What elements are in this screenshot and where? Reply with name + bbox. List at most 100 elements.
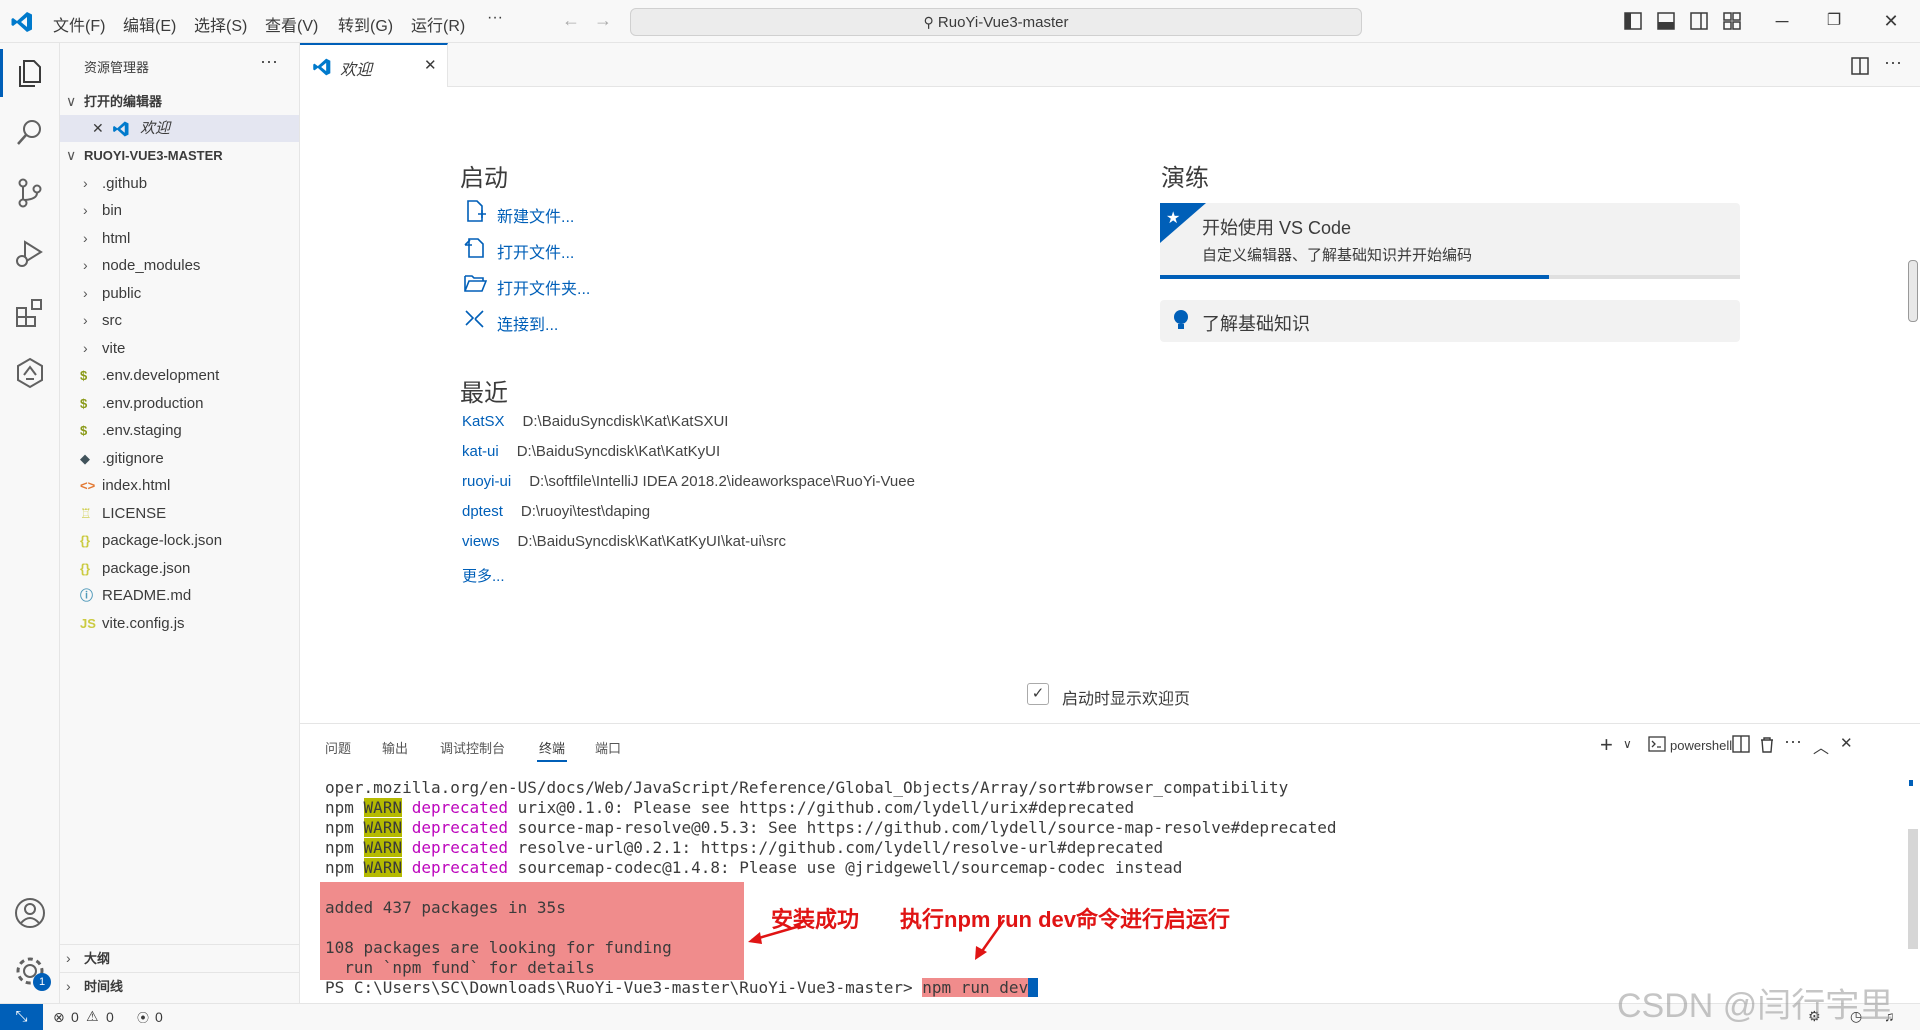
chevron-right-icon: › — [83, 175, 88, 191]
tab-problems[interactable]: 问题 — [325, 738, 351, 757]
run-debug-icon[interactable] — [12, 235, 48, 271]
file-item[interactable]: ◆ .gitignore — [60, 445, 299, 472]
tab-terminal[interactable]: 终端 — [539, 738, 565, 757]
recent-item-name[interactable]: views — [462, 533, 500, 550]
file-item[interactable]: $ .env.development — [60, 362, 299, 389]
toggle-secondary-sidebar-icon[interactable] — [1690, 12, 1708, 30]
minimize-icon[interactable]: ─ — [1771, 10, 1793, 32]
menu-selection[interactable]: 选择(S) — [194, 12, 247, 36]
close-icon[interactable]: ✕ — [92, 115, 104, 142]
close-tab-icon[interactable]: ✕ — [424, 56, 437, 74]
forward-arrow-icon[interactable]: → — [594, 10, 612, 31]
folder-public[interactable]: › public — [60, 280, 299, 307]
terminal-shell-icon — [1648, 736, 1666, 752]
extensions-icon[interactable] — [12, 295, 48, 331]
folder-bin[interactable]: › bin — [60, 197, 299, 224]
warnings-count[interactable]: 0 — [106, 1009, 114, 1025]
open-editors-section[interactable]: ∨ 打开的编辑器 — [60, 88, 299, 115]
outline-section[interactable]: › 大纲 — [60, 944, 299, 971]
chevron-down-icon[interactable]: ∨ — [1623, 737, 1632, 751]
folder-html[interactable]: › html — [60, 225, 299, 252]
file-item[interactable]: $ .env.production — [60, 390, 299, 417]
file-name: .gitignore — [102, 449, 164, 467]
maximize-panel-icon[interactable]: ︿ — [1813, 734, 1829, 758]
walkthrough-card-fundamentals[interactable]: 了解基础知识 — [1160, 300, 1740, 342]
recent-item: kat-ui D:\BaiduSyncdisk\Kat\KatKyUI — [462, 443, 720, 461]
active-indicator — [0, 49, 3, 97]
ports-count[interactable]: 0 — [155, 1009, 163, 1025]
recent-item-name[interactable]: ruoyi-ui — [462, 473, 511, 490]
tab-ports[interactable]: 端口 — [595, 738, 621, 757]
start-heading: 启动 — [460, 165, 508, 192]
menu-view[interactable]: 查看(V) — [265, 12, 318, 36]
trash-icon[interactable] — [1758, 735, 1776, 753]
file-item[interactable]: {} package.json — [60, 555, 299, 582]
more-actions-icon[interactable]: ··· — [260, 51, 278, 72]
new-terminal-icon[interactable]: + — [1600, 732, 1613, 758]
file-name: package-lock.json — [102, 532, 223, 549]
recent-item: KatSX D:\BaiduSyncdisk\Kat\KatSXUI — [462, 413, 728, 431]
source-control-icon[interactable] — [12, 175, 48, 211]
warnings-icon[interactable]: ⚠ — [86, 1008, 99, 1025]
menu-file[interactable]: 文件(F) — [53, 12, 105, 36]
folder-node-modules[interactable]: › node_modules — [60, 252, 299, 279]
editor-more-icon[interactable]: ··· — [1884, 52, 1902, 73]
command-center-search[interactable]: ⚲ RuoYi-Vue3-master — [630, 8, 1362, 36]
close-window-icon[interactable]: ✕ — [1880, 10, 1902, 32]
terminal-scrollbar[interactable] — [1908, 829, 1918, 949]
recent-item-name[interactable]: dptest — [462, 503, 503, 520]
new-file-icon — [467, 200, 486, 222]
folder-src[interactable]: › src — [60, 307, 299, 334]
split-editor-icon[interactable] — [1851, 57, 1869, 75]
file-item[interactable]: $ .env.staging — [60, 417, 299, 444]
walkthroughs-heading: 演练 — [1161, 165, 1209, 192]
timeline-section[interactable]: › 时间线 — [60, 972, 299, 999]
shell-label[interactable]: powershell — [1670, 738, 1732, 753]
explorer-icon[interactable] — [12, 55, 48, 91]
file-item[interactable]: ⓘ README.md — [60, 582, 299, 609]
recent-item-name[interactable]: kat-ui — [462, 443, 499, 460]
project-root[interactable]: ∨ RUOYI-VUE3-MASTER — [60, 142, 299, 169]
menu-more[interactable]: ··· — [487, 9, 503, 27]
search-icon: ⚲ — [923, 14, 934, 30]
file-item[interactable]: {} package-lock.json — [60, 527, 299, 554]
split-terminal-icon[interactable] — [1732, 735, 1750, 753]
terminal-warn-line: npm WARN deprecated resolve-url@0.2.1: h… — [325, 838, 1164, 857]
recent-item-path: D:\BaiduSyncdisk\Kat\KatKyUI — [516, 443, 721, 460]
errors-icon[interactable]: ⊗ — [53, 1009, 65, 1026]
remote-extension-icon[interactable] — [12, 355, 48, 391]
ports-icon[interactable]: ⦿ — [137, 1009, 149, 1026]
back-arrow-icon[interactable]: ← — [562, 10, 580, 31]
file-item[interactable]: <> index.html — [60, 472, 299, 499]
recent-item-name[interactable]: KatSX — [462, 413, 505, 430]
remote-indicator-icon[interactable]: ⤡ — [0, 1004, 43, 1030]
menu-edit[interactable]: 编辑(E) — [123, 12, 176, 36]
close-panel-icon[interactable]: ✕ — [1840, 734, 1853, 752]
tab-welcome[interactable]: 欢迎 ✕ — [300, 43, 448, 87]
toggle-panel-icon[interactable] — [1657, 12, 1675, 30]
file-type-icon: {} — [80, 533, 91, 548]
file-type-icon: ◆ — [80, 450, 90, 466]
file-type-icon: JS — [80, 615, 96, 631]
active-tab-underline — [537, 760, 567, 762]
errors-count[interactable]: 0 — [71, 1009, 79, 1025]
panel-more-icon[interactable]: ··· — [1784, 731, 1802, 752]
file-item[interactable]: ♖ LICENSE — [60, 500, 299, 527]
restore-icon[interactable]: ❐ — [1823, 10, 1845, 32]
accounts-icon[interactable] — [12, 895, 48, 931]
walkthrough-card-get-started[interactable]: ★ 开始使用 VS Code 自定义编辑器、了解基础知识并开始编码 — [1160, 203, 1740, 279]
folder-github[interactable]: › .github — [60, 170, 299, 197]
more-recent-link[interactable]: 更多... — [462, 565, 505, 586]
toggle-primary-sidebar-icon[interactable] — [1624, 12, 1642, 30]
vscode-logo-icon — [11, 12, 32, 32]
customize-layout-icon[interactable] — [1723, 12, 1741, 30]
folder-vite[interactable]: › vite — [60, 335, 299, 362]
tab-output[interactable]: 输出 — [382, 738, 408, 757]
menu-run[interactable]: 运行(R) — [411, 12, 465, 36]
menu-go[interactable]: 转到(G) — [338, 12, 393, 36]
open-editor-item[interactable]: ✕ 欢迎 — [60, 115, 299, 142]
file-item[interactable]: JS vite.config.js — [60, 610, 299, 637]
editor-scrollbar[interactable] — [1908, 260, 1918, 322]
tab-debug-console[interactable]: 调试控制台 — [440, 738, 505, 757]
search-view-icon[interactable] — [12, 114, 48, 150]
